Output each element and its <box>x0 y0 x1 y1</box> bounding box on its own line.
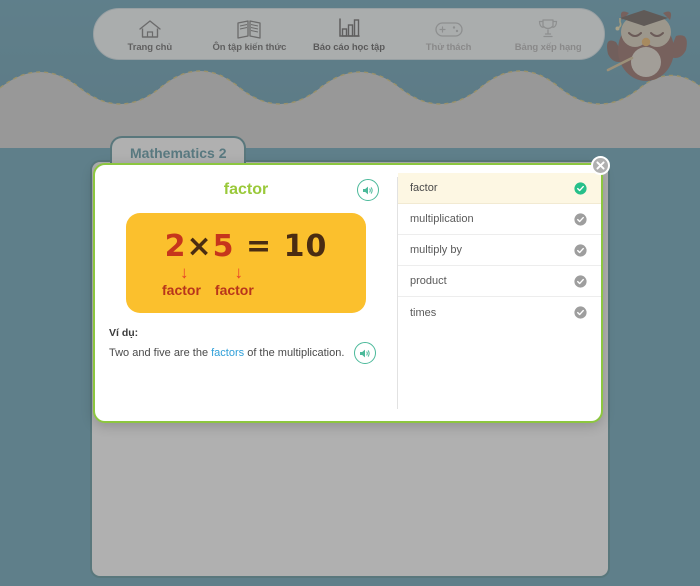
example-block: Ví dụ: Two and five are the factors of t… <box>109 327 383 364</box>
example-prefix: Two and five are the <box>109 347 212 359</box>
operand-b: 5 <box>212 229 235 264</box>
speaker-icon[interactable] <box>354 342 377 364</box>
factor-label-row: factor factor <box>158 282 334 298</box>
check-circle-icon <box>574 181 587 195</box>
word-detail-panel: factor 2×5 = 10 ↓ ↓ factor factor Ví dụ:… <box>95 165 397 421</box>
page-title: factor <box>223 181 269 198</box>
equation: 2×5 = 10 <box>165 232 328 262</box>
factor-label-b: factor <box>214 282 254 298</box>
equals-sign: = <box>246 229 273 264</box>
check-circle-icon <box>574 274 587 288</box>
word-list-panel: factor multiplication multiply by produc… <box>398 165 601 421</box>
word-list-label: factor <box>410 182 438 194</box>
speaker-icon[interactable] <box>357 179 379 201</box>
example-label: Ví dụ: <box>109 327 139 339</box>
app-root: Trang chủ Ôn tập kiến thức <box>0 0 700 586</box>
word-list-label: product <box>410 275 447 287</box>
check-circle-icon <box>574 212 587 226</box>
word-header: factor <box>109 177 383 203</box>
operand-a: 2 <box>164 229 187 264</box>
factor-label-a: factor <box>162 282 201 298</box>
check-circle-icon <box>574 306 587 319</box>
list-item[interactable]: times <box>398 297 601 328</box>
example-highlight: factors <box>211 347 245 359</box>
example-suffix: of the multiplication. <box>244 347 345 359</box>
arrow-down-icon: ↓ <box>180 263 189 282</box>
word-list-label: multiply by <box>410 244 462 256</box>
list-item[interactable]: multiply by <box>398 235 601 266</box>
word-list-label: multiplication <box>410 213 474 225</box>
arrow-down-icon: ↓ <box>234 263 244 282</box>
list-item[interactable]: product <box>398 266 601 297</box>
list-item[interactable]: factor <box>398 173 601 204</box>
arrow-row: ↓ ↓ <box>162 264 330 281</box>
example-sentence: Two and five are the factors of the mult… <box>109 347 344 359</box>
check-circle-icon <box>574 243 587 257</box>
list-item[interactable]: multiplication <box>398 204 601 235</box>
example-row: Two and five are the factors of the mult… <box>109 342 383 364</box>
vocabulary-modal: factor 2×5 = 10 ↓ ↓ factor factor Ví dụ:… <box>93 156 610 423</box>
result: 10 <box>283 229 328 264</box>
close-icon[interactable] <box>591 156 610 175</box>
operator: × <box>186 229 213 264</box>
illustration-card: 2×5 = 10 ↓ ↓ factor factor <box>126 213 366 313</box>
word-list-label: times <box>410 306 437 319</box>
